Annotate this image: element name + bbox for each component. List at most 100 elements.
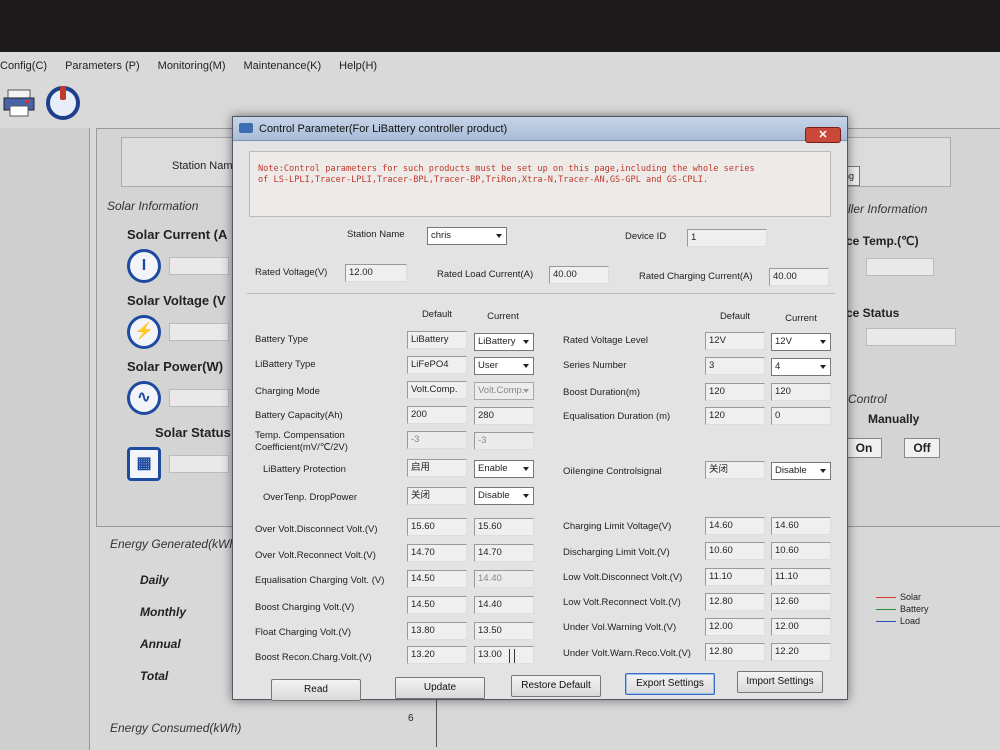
menu-help[interactable]: Help(H) [339, 60, 377, 80]
close-button[interactable]: ✕ [805, 127, 841, 143]
solar-information-group: Solar Information Solar Current (A I Sol… [107, 199, 237, 519]
charging-mode-default: Volt.Comp. [407, 381, 467, 399]
on-button[interactable]: On [846, 438, 882, 458]
battery-capacity-default: 200 [407, 406, 467, 424]
solar-current-field [169, 257, 229, 275]
libattery-type-select[interactable]: User [474, 357, 534, 375]
dialog-title-bar[interactable]: Control Parameter(For LiBattery controll… [233, 117, 847, 143]
rated-charging-current-label: Rated Charging Current(A) [639, 271, 753, 282]
low-volt-disconnect-label: Low Volt.Disconnect Volt.(V) [563, 572, 683, 583]
energy-generated-title: Energy Generated(kWh [110, 537, 237, 551]
over-volt-reconnect-field[interactable]: 14.70 [474, 544, 534, 562]
energy-consumed-title: Energy Consumed(kWh) [110, 721, 242, 735]
equalisation-duration-field[interactable]: 0 [771, 407, 831, 425]
over-volt-disconnect-field[interactable]: 15.60 [474, 518, 534, 536]
solar-voltage-label: Solar Voltage (V [127, 293, 226, 308]
device-id-label: Device ID [625, 231, 667, 242]
boost-recon-charg-volt-field[interactable]: 13.00 [474, 646, 534, 664]
legend-solar-swatch [876, 596, 896, 598]
equalisation-charging-volt-default: 14.50 [407, 570, 467, 588]
off-button[interactable]: Off [904, 438, 940, 458]
low-volt-reconnect-field[interactable]: 12.60 [771, 593, 831, 611]
chevron-down-icon [523, 340, 529, 344]
boost-duration-default: 120 [705, 383, 765, 401]
current-meter-icon: I [127, 249, 161, 283]
boost-duration-label: Boost Duration(m) [563, 387, 641, 398]
solar-status-field [169, 455, 229, 473]
chevron-down-icon [820, 365, 826, 369]
libattery-protection-select[interactable]: Enable [474, 460, 534, 478]
rated-charging-current-field[interactable]: 40.00 [769, 268, 829, 286]
float-charging-volt-field[interactable]: 13.50 [474, 622, 534, 640]
left-default-header: Default [421, 309, 453, 320]
overtemp-droppower-default: 关闭 [407, 487, 467, 505]
controller-information-group: ller Information ce Temp.(℃) ce Status C… [846, 122, 1000, 458]
overtemp-droppower-value: Disable [478, 490, 510, 501]
update-button[interactable]: Update [395, 677, 485, 699]
boost-charging-volt-label: Boost Charging Volt.(V) [255, 602, 355, 613]
temp-compensation-field[interactable]: -3 [474, 432, 534, 450]
series-number-label: Series Number [563, 360, 627, 371]
power-icon[interactable] [46, 86, 80, 120]
note-line-1: Note:Control parameters for such product… [258, 164, 755, 174]
device-temp-label: ce Temp.(℃) [846, 234, 919, 248]
chevron-down-icon [523, 494, 529, 498]
annual-label: Annual [140, 637, 181, 651]
device-id-field[interactable]: 1 [687, 229, 767, 247]
under-volt-warn-reco-field[interactable]: 12.20 [771, 643, 831, 661]
battery-capacity-label: Battery Capacity(Ah) [255, 410, 343, 421]
charging-limit-voltage-field[interactable]: 14.60 [771, 517, 831, 535]
rated-voltage-field[interactable]: 12.00 [345, 264, 407, 282]
menu-config[interactable]: Config(C) [0, 60, 47, 80]
overtemp-droppower-select[interactable]: Disable [474, 487, 534, 505]
under-vol-warning-field[interactable]: 12.00 [771, 618, 831, 636]
legend-load: Load [876, 615, 929, 627]
menu-maintenance[interactable]: Maintenance(K) [244, 60, 322, 80]
oilengine-controlsignal-select[interactable]: Disable [771, 462, 831, 480]
solar-status-label: Solar Status [155, 425, 231, 440]
right-current-header: Current [785, 313, 817, 324]
battery-type-default: LiBattery [407, 331, 467, 349]
solar-current-label: Solar Current (A [127, 227, 228, 242]
charging-mode-select[interactable]: Volt.Comp. [474, 382, 534, 400]
solar-power-field [169, 389, 229, 407]
libattery-protection-default: 启用 [407, 459, 467, 477]
boost-recon-charg-volt-label: Boost Recon.Charg.Volt.(V) [255, 652, 372, 663]
read-button[interactable]: Read [271, 679, 361, 701]
libattery-protection-label: LiBattery Protection [263, 464, 346, 475]
charging-mode-value: Volt.Comp. [478, 385, 525, 396]
discharging-limit-volt-label: Discharging Limit Volt.(V) [563, 547, 670, 558]
rated-voltage-level-select[interactable]: 12V [771, 333, 831, 351]
battery-type-label: Battery Type [255, 334, 309, 345]
over-volt-reconnect-default: 14.70 [407, 544, 467, 562]
control-group-title: Control [848, 392, 887, 406]
boost-charging-volt-field[interactable]: 14.40 [474, 596, 534, 614]
station-name-select[interactable]: chris [427, 227, 507, 245]
low-volt-disconnect-field[interactable]: 11.10 [771, 568, 831, 586]
monthly-label: Monthly [140, 605, 186, 619]
toolbar [0, 84, 120, 124]
solar-power-label: Solar Power(W) [127, 359, 224, 374]
legend-solar: Solar [876, 591, 929, 603]
equalisation-charging-volt-field[interactable]: 14.40 [474, 570, 534, 588]
lightning-icon: ⚡ [127, 315, 161, 349]
import-settings-button[interactable]: Import Settings [737, 671, 823, 693]
chevron-down-icon [496, 234, 502, 238]
menu-bar: Config(C) Parameters (P) Monitoring(M) M… [0, 60, 377, 80]
series-number-default: 3 [705, 357, 765, 375]
menu-parameters[interactable]: Parameters (P) [65, 60, 140, 80]
rated-load-current-field[interactable]: 40.00 [549, 266, 609, 284]
discharging-limit-volt-field[interactable]: 10.60 [771, 542, 831, 560]
series-number-select[interactable]: 4 [771, 358, 831, 376]
boost-duration-field[interactable]: 120 [771, 383, 831, 401]
printer-icon[interactable] [2, 88, 36, 118]
equalisation-charging-volt-label: Equalisation Charging Volt. (V) [255, 575, 385, 586]
battery-type-select[interactable]: LiBattery [474, 333, 534, 351]
restore-default-button[interactable]: Restore Default [511, 675, 601, 697]
battery-capacity-field[interactable]: 280 [474, 407, 534, 425]
menu-monitoring[interactable]: Monitoring(M) [158, 60, 226, 80]
control-parameter-dialog: Control Parameter(For LiBattery controll… [232, 116, 848, 701]
legend-load-swatch [876, 620, 896, 622]
station-name-label: Station Name [347, 229, 405, 240]
export-settings-button[interactable]: Export Settings [625, 673, 715, 695]
